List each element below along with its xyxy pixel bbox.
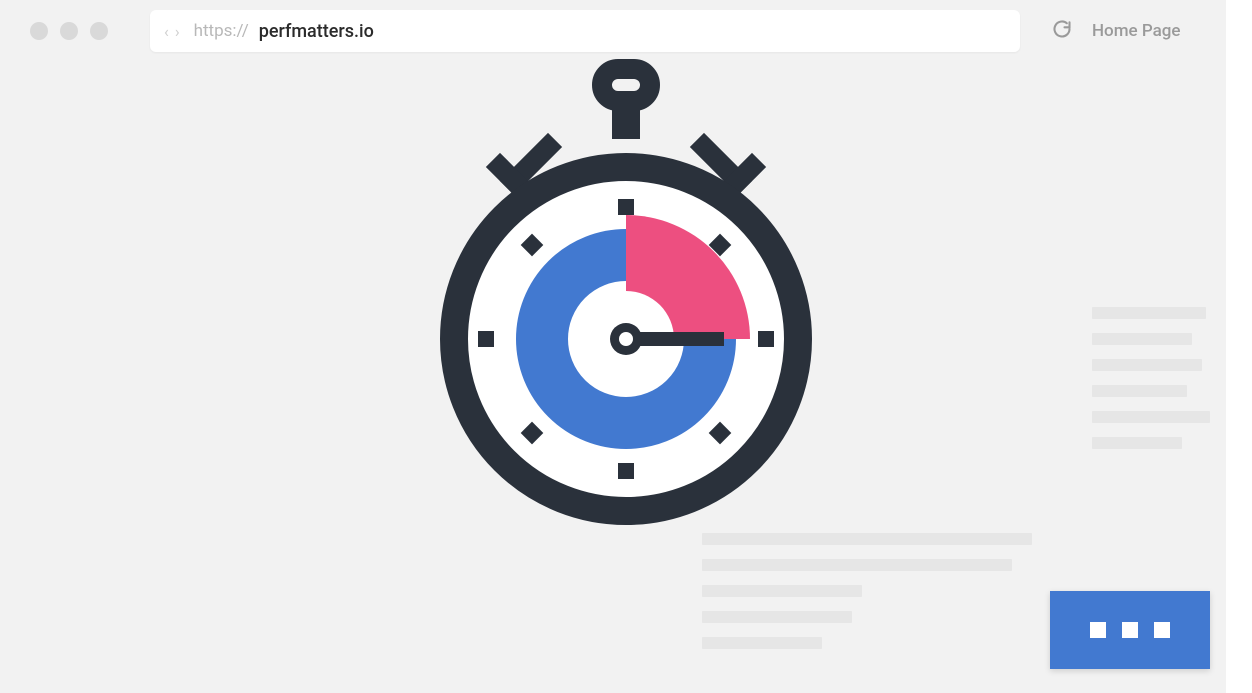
url-protocol: https://: [194, 21, 249, 41]
stopwatch-illustration: [436, 59, 816, 533]
skeleton-line: [1092, 385, 1187, 397]
skeleton-line: [1092, 411, 1210, 423]
reload-icon[interactable]: [1052, 19, 1072, 43]
skeleton-line: [702, 611, 852, 623]
skeleton-line: [1092, 333, 1192, 345]
browser-topbar: ‹ › https:// perfmatters.io Home Page: [0, 0, 1252, 52]
chat-widget-button[interactable]: [1050, 591, 1210, 669]
skeleton-line: [1092, 437, 1182, 449]
skeleton-line: [702, 637, 822, 649]
chat-dot-icon: [1122, 622, 1138, 638]
chat-dot-icon: [1090, 622, 1106, 638]
skeleton-line: [702, 585, 862, 597]
page-content: [0, 52, 1252, 693]
nav-arrows: ‹ ›: [164, 22, 180, 41]
skeleton-line: [702, 533, 1032, 545]
topbar-right-actions: Home Page: [1052, 19, 1181, 43]
forward-button[interactable]: ›: [175, 22, 180, 41]
skeleton-loader: [872, 307, 1210, 463]
window-close-dot[interactable]: [30, 22, 48, 40]
skeleton-line: [1092, 307, 1206, 319]
address-bar[interactable]: ‹ › https:// perfmatters.io: [150, 10, 1020, 52]
url-text: perfmatters.io: [259, 21, 374, 42]
back-button[interactable]: ‹: [164, 22, 169, 41]
skeleton-line: [1092, 359, 1202, 371]
chat-dot-icon: [1154, 622, 1170, 638]
window-controls: [30, 22, 108, 40]
window-minimize-dot[interactable]: [60, 22, 78, 40]
home-page-link[interactable]: Home Page: [1092, 21, 1181, 41]
window-maximize-dot[interactable]: [90, 22, 108, 40]
skeleton-line: [702, 559, 1012, 571]
skeleton-loader: [702, 533, 1032, 663]
